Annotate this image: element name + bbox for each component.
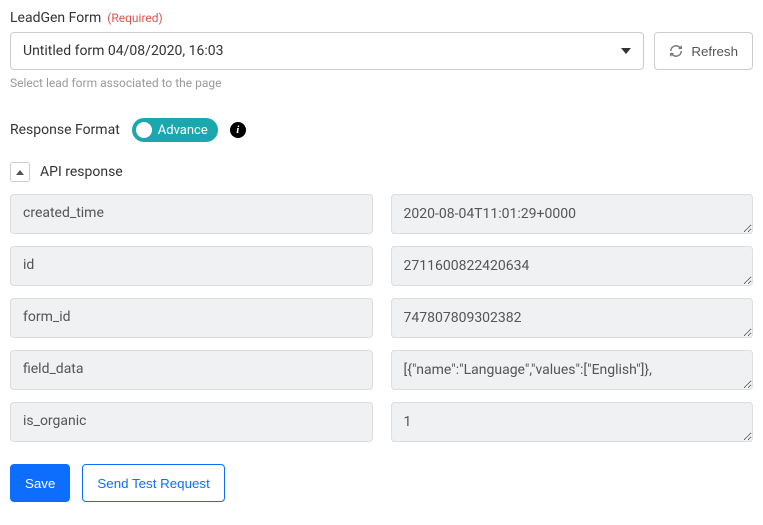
response-key[interactable]: form_id [10,298,373,338]
response-value[interactable] [391,402,754,442]
send-test-request-button[interactable]: Send Test Request [82,464,224,502]
refresh-label: Refresh [691,44,738,59]
table-row: field_data [10,350,753,390]
save-button[interactable]: Save [10,464,70,502]
leadgen-label: LeadGen Form [10,10,101,26]
response-format-toggle[interactable]: Advance [132,118,218,142]
caret-down-icon [621,48,631,54]
response-value[interactable] [391,194,754,234]
response-value[interactable] [391,350,754,390]
table-row: form_id [10,298,753,338]
toggle-knob [136,122,152,138]
response-key[interactable]: is_organic [10,402,373,442]
response-value[interactable] [391,246,754,286]
response-key[interactable]: field_data [10,350,373,390]
table-row: is_organic [10,402,753,442]
leadgen-help-text: Select lead form associated to the page [10,76,753,90]
leadgen-selected-value: Untitled form 04/08/2020, 16:03 [23,43,224,59]
refresh-button[interactable]: Refresh [654,32,753,70]
leadgen-form-select[interactable]: Untitled form 04/08/2020, 16:03 [10,32,644,70]
toggle-label: Advance [158,123,208,138]
response-format-label: Response Format [10,122,120,138]
accordion-title: API response [40,164,123,180]
response-value[interactable] [391,298,754,338]
response-key[interactable]: created_time [10,194,373,234]
refresh-icon [669,44,683,58]
accordion-toggle[interactable] [10,162,30,182]
chevron-up-icon [16,170,24,175]
table-row: id [10,246,753,286]
required-tag: (Required) [107,11,162,25]
info-icon[interactable]: i [230,122,246,138]
leadgen-label-row: LeadGen Form (Required) [10,10,753,26]
response-key[interactable]: id [10,246,373,286]
api-response-grid: created_time id form_id field_data is_or… [10,194,753,442]
table-row: created_time [10,194,753,234]
